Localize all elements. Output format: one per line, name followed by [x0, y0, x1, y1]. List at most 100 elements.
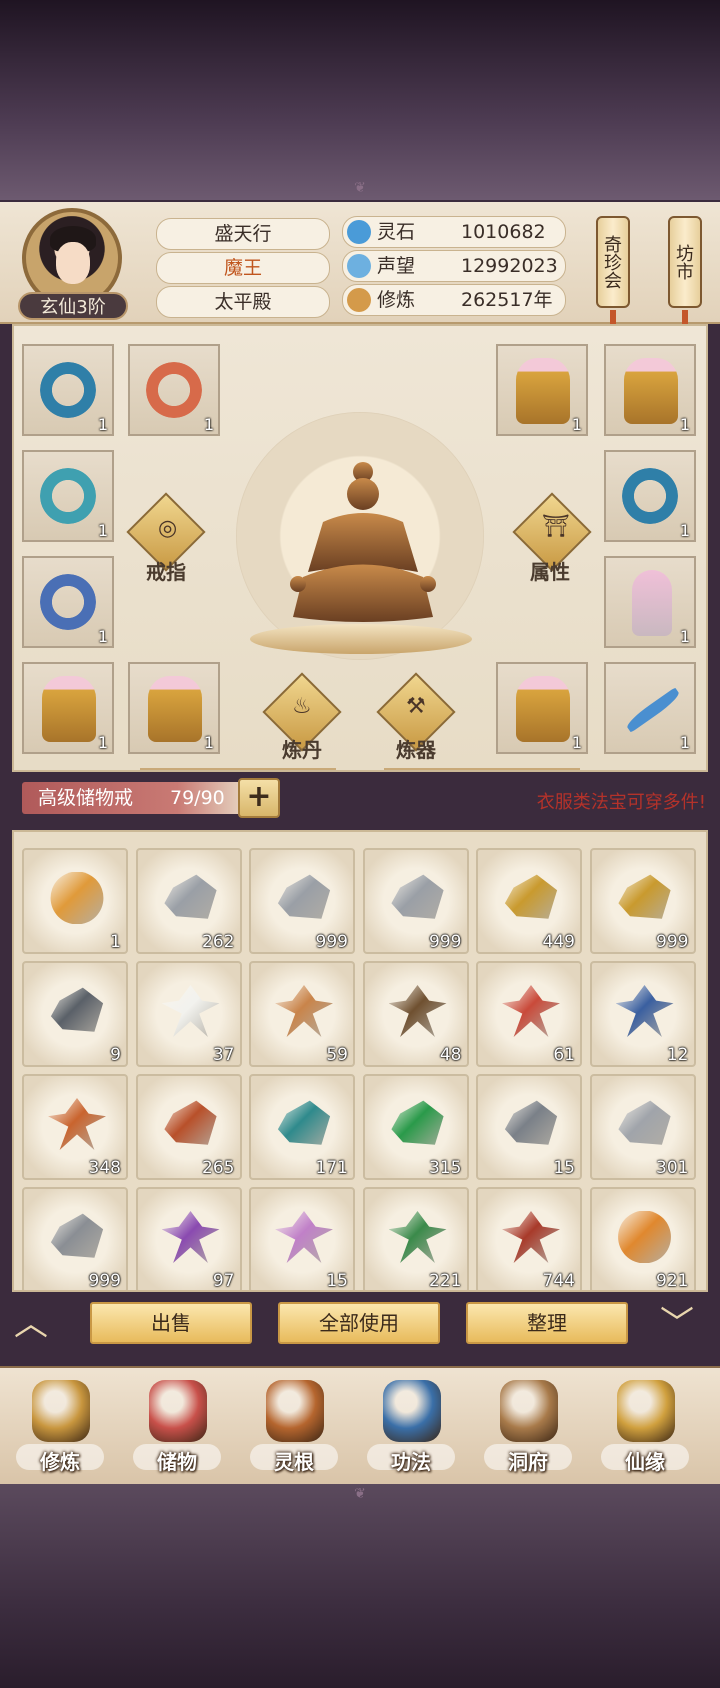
robe-icon [516, 358, 570, 424]
storage-capacity: 79/90 [170, 787, 225, 809]
inventory-item[interactable]: 265 [135, 1074, 242, 1180]
equipment-slot[interactable]: 1 [496, 662, 588, 754]
nav-label: 仙缘 [625, 1450, 665, 1474]
item-count: 301 [656, 1158, 689, 1178]
item-count: 15 [553, 1158, 575, 1178]
equipment-slot[interactable]: 1 [22, 344, 114, 436]
inventory-item[interactable]: 1 [22, 848, 128, 954]
scroll-up-icon[interactable]: ︿ [14, 1296, 48, 1345]
equipment-slot[interactable]: 1 [22, 450, 114, 542]
inventory-item[interactable]: 348 [22, 1074, 128, 1180]
nav-item-1[interactable]: 储物 [127, 1374, 227, 1480]
item-count: 265 [202, 1158, 235, 1178]
stat-cultivation: 修炼 262517年 [342, 284, 566, 316]
gold-ore-icon [618, 874, 671, 919]
inventory-item[interactable]: 15 [249, 1187, 355, 1290]
item-count: 48 [439, 1045, 462, 1065]
ring-icon [40, 468, 96, 524]
ore-icon [164, 874, 217, 919]
equipment-tip: 衣服类法宝可穿多件! [536, 792, 706, 813]
item-count: 1 [97, 521, 108, 540]
bottom-ornament: ❦ [354, 1486, 366, 1502]
equipment-slot[interactable]: 1 [496, 344, 588, 436]
item-count: 221 [429, 1271, 462, 1291]
expand-storage-button[interactable]: + [238, 778, 280, 818]
nav-item-2[interactable]: 灵根 [244, 1374, 344, 1480]
inventory-item[interactable]: 15 [476, 1074, 582, 1180]
stat-reputation: 声望 12992023 [342, 250, 566, 282]
item-count: 1 [203, 733, 214, 752]
item-count: 1 [679, 733, 690, 752]
inventory-item[interactable]: 999 [249, 848, 355, 954]
inventory-item[interactable]: 48 [362, 961, 469, 1067]
sort-button[interactable]: 整理 [466, 1302, 628, 1344]
equipment-slot[interactable]: 1 [22, 556, 114, 648]
treasure-fair-button[interactable]: 奇珍会 [596, 216, 630, 308]
item-count: 999 [315, 932, 348, 952]
item-count: 37 [212, 1045, 235, 1065]
cultivation-icon [347, 288, 371, 312]
berry-branch-icon [615, 985, 674, 1037]
item-count: 1 [679, 415, 690, 434]
use-all-button[interactable]: 全部使用 [278, 1302, 440, 1344]
inventory-item[interactable]: 999 [362, 848, 469, 954]
spirit-root-icon [266, 1380, 324, 1442]
gourd-icon [617, 1380, 675, 1442]
nav-label: 储物 [157, 1450, 197, 1474]
inventory-item[interactable]: 449 [476, 848, 582, 954]
bottom-nav: 修炼 储物 灵根 功法 洞府 仙缘 [0, 1366, 720, 1488]
equipment-slot[interactable]: 1 [604, 344, 696, 436]
equipment-slot[interactable]: 1 [128, 662, 220, 754]
hat-icon: ⛩ [542, 514, 570, 539]
ginseng-icon [275, 985, 333, 1037]
meditating-figure [290, 462, 436, 622]
inventory-item[interactable]: 921 [589, 1187, 696, 1290]
inventory-item[interactable]: 59 [249, 961, 355, 1067]
nav-item-0[interactable]: 修炼 [10, 1374, 110, 1480]
inventory-item[interactable]: 97 [135, 1187, 242, 1290]
inventory-item[interactable]: 262 [135, 848, 242, 954]
silver-ore-icon [50, 1213, 104, 1258]
gold-ore-icon [504, 874, 558, 919]
inventory-item[interactable]: 37 [135, 961, 242, 1067]
nav-item-5[interactable]: 仙缘 [595, 1374, 695, 1480]
item-count: 1 [97, 415, 108, 434]
inventory-item[interactable]: 315 [362, 1074, 469, 1180]
nav-label: 修炼 [40, 1450, 80, 1474]
robe-icon [516, 676, 570, 742]
nav-item-3[interactable]: 功法 [361, 1374, 461, 1480]
inventory-grid[interactable]: 1 262 999 999 449 999 9 37 59 48 61 12 348 265 171 315 1… [12, 830, 708, 1292]
forging-label: 炼器 [396, 738, 436, 762]
equipment-slot[interactable]: 1 [604, 556, 696, 648]
red-crystal-icon [164, 1100, 217, 1145]
silver-ore-icon [618, 1100, 671, 1145]
bag-icon [149, 1380, 207, 1442]
inventory-item[interactable]: 9 [22, 961, 128, 1067]
market-button[interactable]: 坊市 [668, 216, 702, 308]
inventory-item[interactable]: 171 [249, 1074, 355, 1180]
player-name: 盛天行 [156, 218, 330, 250]
herb-root-icon [388, 985, 447, 1037]
top-background [0, 0, 720, 200]
reputation-icon [347, 254, 371, 278]
cauldron-icon: ♨ [292, 694, 312, 719]
item-count: 348 [88, 1158, 121, 1178]
inventory-item[interactable]: 221 [362, 1187, 469, 1291]
sell-button[interactable]: 出售 [90, 1302, 252, 1344]
equipment-slot[interactable]: 1 [22, 662, 114, 754]
inventory-item[interactable]: 61 [476, 961, 582, 1067]
scroll-down-icon[interactable]: ﹀ [660, 1296, 694, 1345]
inventory-item[interactable]: 12 [589, 961, 696, 1067]
divider-line [140, 768, 336, 770]
equipment-slot[interactable]: 1 [128, 344, 220, 436]
ore-icon [277, 874, 331, 919]
equipment-slot[interactable]: 1 [604, 662, 696, 754]
inventory-item[interactable]: 999 [589, 848, 696, 954]
nav-item-4[interactable]: 洞府 [478, 1374, 578, 1480]
nav-label: 功法 [391, 1450, 431, 1474]
inventory-item[interactable]: 999 [22, 1187, 128, 1290]
equipment-slot[interactable]: 1 [604, 450, 696, 542]
dark-ore-icon [50, 987, 104, 1032]
inventory-item[interactable]: 744 [476, 1187, 582, 1290]
inventory-item[interactable]: 301 [589, 1074, 696, 1180]
